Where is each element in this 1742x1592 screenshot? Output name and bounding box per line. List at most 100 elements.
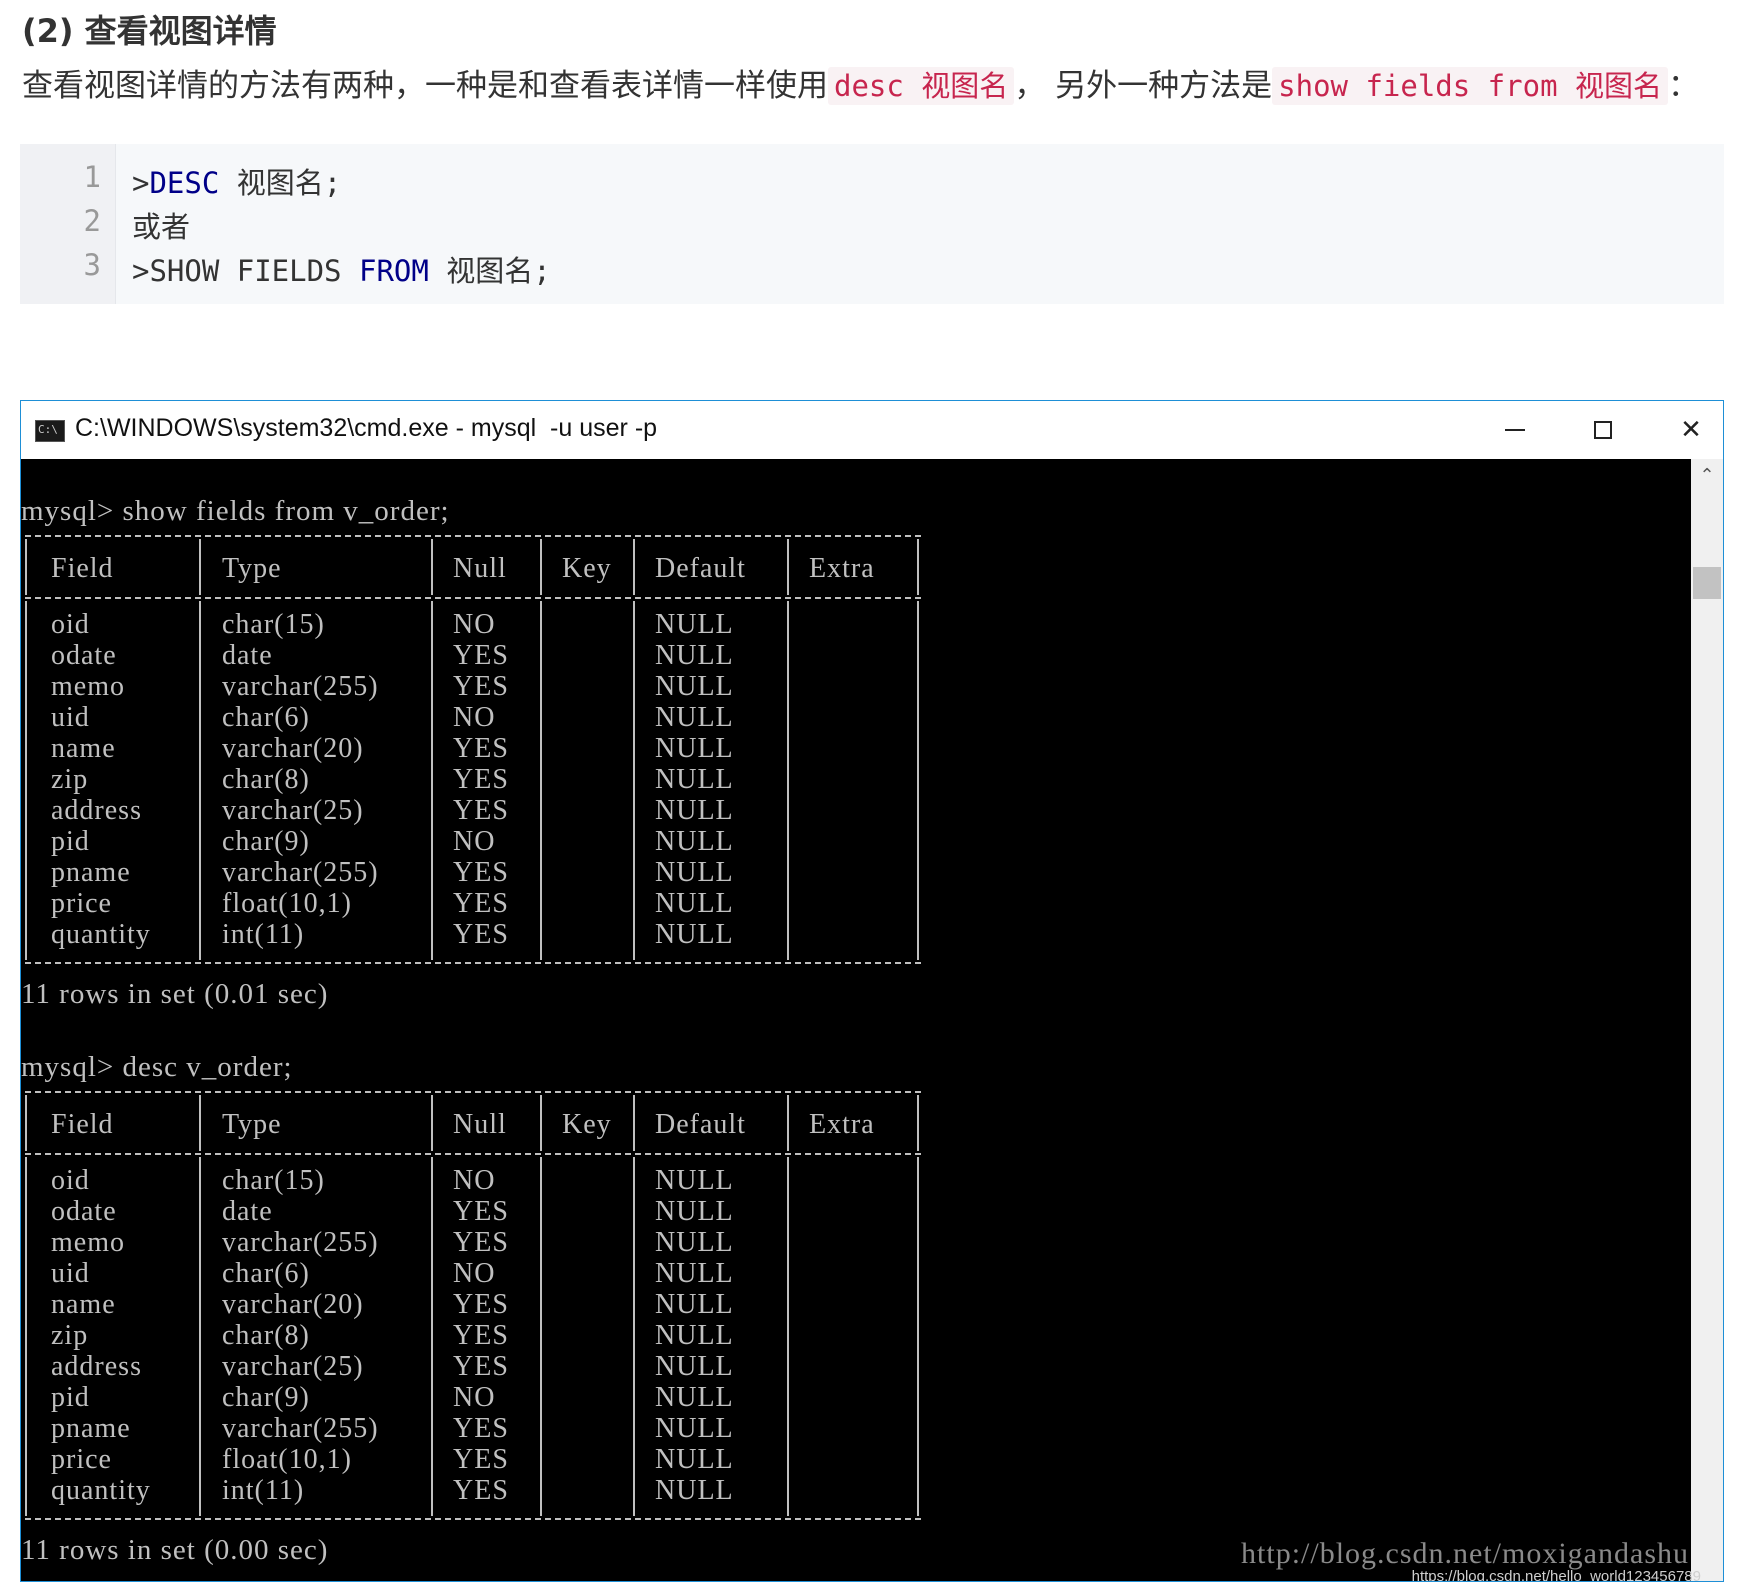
code-keyword: FROM <box>358 254 429 288</box>
code-line: >DESC 视图名; <box>132 160 341 202</box>
line-number: 2 <box>83 204 101 238</box>
code-text: 视图名; <box>219 166 342 200</box>
line-number: 3 <box>83 248 101 282</box>
table-cell: YES <box>453 671 509 702</box>
result-summary: 11 rows in set (0.00 sec) <box>21 1534 329 1566</box>
table-border <box>199 601 201 960</box>
table-header-cell: Type <box>222 1109 282 1140</box>
table-cell: NULL <box>655 1351 734 1382</box>
table-cell: NULL <box>655 640 734 671</box>
table-border <box>431 539 433 595</box>
table-cell: YES <box>453 1413 509 1444</box>
table-cell: NULL <box>655 1413 734 1444</box>
maximize-icon <box>1594 421 1612 439</box>
table-border <box>540 1095 542 1151</box>
table-cell: NULL <box>655 1258 734 1289</box>
watermark: http://blog.csdn.net/moxigandashu <box>1241 1537 1689 1570</box>
scroll-up-icon[interactable]: ⌃ <box>1691 465 1723 491</box>
table-cell: YES <box>453 1289 509 1320</box>
table-cell: YES <box>453 1227 509 1258</box>
table-border <box>25 535 921 537</box>
table-cell: int(11) <box>222 1475 305 1506</box>
intro-paragraph: 查看视图详情的方法有两种，一种是和查看表详情一样使用 desc 视图名， 另外一种… <box>22 60 1699 105</box>
code-text: >SHOW FIELDS <box>132 254 359 288</box>
scroll-thumb[interactable] <box>1693 567 1721 599</box>
cmd-icon <box>35 420 65 442</box>
window-title: C:\WINDOWS\system32\cmd.exe - mysql -u u… <box>75 414 658 442</box>
table-cell: quantity <box>51 919 151 950</box>
table-cell: NULL <box>655 1165 734 1196</box>
table-cell: uid <box>51 1258 90 1289</box>
table-cell: odate <box>51 640 117 671</box>
close-icon: ✕ <box>1680 415 1702 445</box>
table-cell: NULL <box>655 1382 734 1413</box>
table-cell: NO <box>453 826 496 857</box>
table-border <box>633 1095 635 1151</box>
table-header-cell: Default <box>655 1109 746 1140</box>
table-cell: YES <box>453 795 509 826</box>
table-border <box>431 1157 433 1516</box>
table-cell: NULL <box>655 919 734 950</box>
table-cell: odate <box>51 1196 117 1227</box>
table-border <box>633 601 635 960</box>
table-cell: NULL <box>655 888 734 919</box>
window-titlebar[interactable]: C:\WINDOWS\system32\cmd.exe - mysql -u u… <box>21 401 1723 459</box>
table-cell: NULL <box>655 1444 734 1475</box>
table-cell: char(15) <box>222 1165 325 1196</box>
table-cell: memo <box>51 1227 125 1258</box>
table-cell: memo <box>51 671 125 702</box>
table-header-cell: Type <box>222 553 282 584</box>
table-cell: address <box>51 1351 142 1382</box>
table-cell: name <box>51 1289 116 1320</box>
table-cell: char(6) <box>222 702 310 733</box>
table-cell: NULL <box>655 733 734 764</box>
minimize-icon <box>1505 429 1525 431</box>
table-border <box>917 1095 919 1151</box>
scrollbar[interactable]: ⌃ <box>1691 459 1723 1581</box>
code-block: 1 2 3 >DESC 视图名; 或者 >SHOW FIELDS FROM 视图… <box>20 144 1724 304</box>
table-cell: NULL <box>655 1227 734 1258</box>
table-border <box>431 1095 433 1151</box>
section-heading: (2) 查看视图详情 <box>22 12 277 50</box>
watermark-url: https://blog.csdn.net/hello_world1234567… <box>1411 1568 1701 1582</box>
terminal-output[interactable]: mysql> show fields from v_order; Field Typ… <box>21 459 1691 1581</box>
table-cell: NULL <box>655 1320 734 1351</box>
table-cell: varchar(25) <box>222 795 364 826</box>
table-cell: char(8) <box>222 1320 310 1351</box>
table-cell: YES <box>453 764 509 795</box>
table-cell: YES <box>453 1351 509 1382</box>
table-border <box>540 1157 542 1516</box>
minimize-button[interactable] <box>1471 401 1559 459</box>
table-border <box>25 601 27 960</box>
table-cell: YES <box>453 1196 509 1227</box>
table-cell: YES <box>453 857 509 888</box>
table-cell: NO <box>453 609 496 640</box>
table-border <box>199 539 201 595</box>
table-cell: varchar(255) <box>222 1227 379 1258</box>
close-button[interactable]: ✕ <box>1647 401 1723 459</box>
mysql-prompt: mysql> desc v_order; <box>21 1051 293 1083</box>
cmd-window[interactable]: C:\WINDOWS\system32\cmd.exe - mysql -u u… <box>20 400 1724 1582</box>
table-header-cell: Extra <box>809 1109 875 1140</box>
table-header-cell: Field <box>51 553 114 584</box>
table-cell: date <box>222 1196 273 1227</box>
table-cell: float(10,1) <box>222 888 352 919</box>
table-cell: varchar(25) <box>222 1351 364 1382</box>
table-cell: varchar(255) <box>222 671 379 702</box>
table-cell: address <box>51 795 142 826</box>
code-line: >SHOW FIELDS FROM 视图名; <box>132 248 551 290</box>
table-cell: YES <box>453 1320 509 1351</box>
table-border <box>917 1157 919 1516</box>
table-cell: NO <box>453 1165 496 1196</box>
code-line: 或者 <box>132 204 190 246</box>
line-number-gutter: 1 2 3 <box>20 144 116 304</box>
table-cell: YES <box>453 919 509 950</box>
paragraph-text: ， 另外一种方法是 <box>1014 68 1273 104</box>
table-cell: varchar(255) <box>222 857 379 888</box>
maximize-button[interactable] <box>1559 401 1647 459</box>
table-cell: pid <box>51 826 90 857</box>
table-border <box>25 1518 921 1520</box>
inline-code: desc 视图名 <box>828 67 1015 105</box>
table-border <box>199 1095 201 1151</box>
table-header-cell: Null <box>453 1109 507 1140</box>
